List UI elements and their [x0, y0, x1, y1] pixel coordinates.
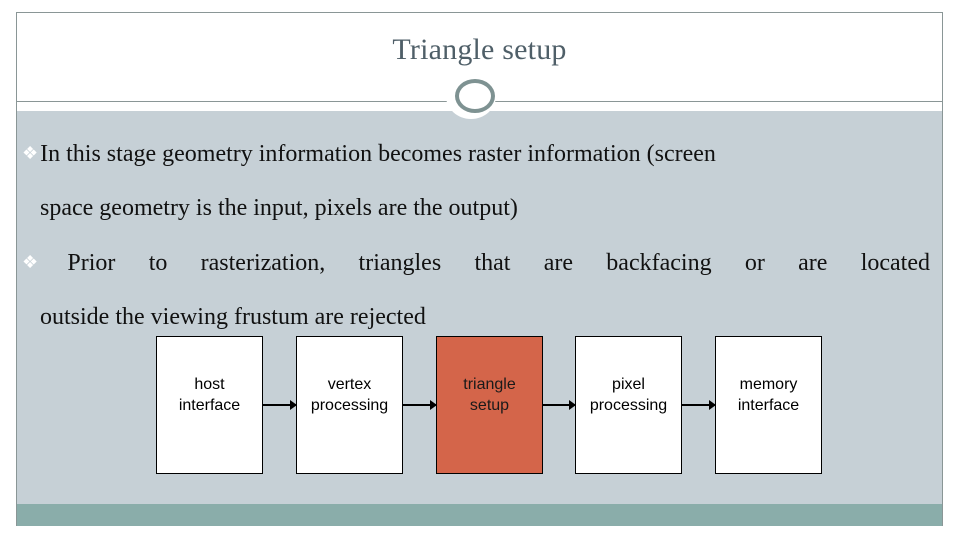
stage-label-line1: host	[194, 376, 225, 393]
stage-label-line2: interface	[737, 397, 800, 414]
arrow-vertex-to-triangle	[403, 400, 437, 410]
stage-vertex: vertex processing	[296, 336, 403, 474]
stage-label-line2: interface	[178, 397, 241, 414]
stage-label-line1: pixel	[612, 376, 645, 393]
stage-memory: memory interface	[715, 336, 822, 474]
stage-host: host interface	[156, 336, 263, 474]
arrow-host-to-vertex	[263, 400, 297, 410]
stage-label-line1: triangle	[463, 376, 516, 393]
stage-label-line1: vertex	[327, 376, 372, 393]
stage-label: host interface	[179, 374, 240, 416]
pipeline-diagram: host interface vertex processing triangle set…	[0, 0, 960, 540]
stage-label: pixel processing	[590, 374, 667, 416]
arrow-pixel-to-memory	[682, 400, 716, 410]
stage-label: vertex processing	[311, 374, 388, 416]
stage-pixel: pixel processing	[575, 336, 682, 474]
stage-label-line2: setup	[469, 397, 510, 414]
stage-label-line2: processing	[589, 397, 668, 414]
arrow-triangle-to-pixel	[543, 400, 576, 410]
stage-label: triangle setup	[463, 374, 515, 416]
stage-label: memory interface	[738, 374, 799, 416]
stage-triangle: triangle setup	[436, 336, 543, 474]
stage-label-line1: memory	[739, 376, 798, 393]
stage-label-line2: processing	[310, 397, 389, 414]
